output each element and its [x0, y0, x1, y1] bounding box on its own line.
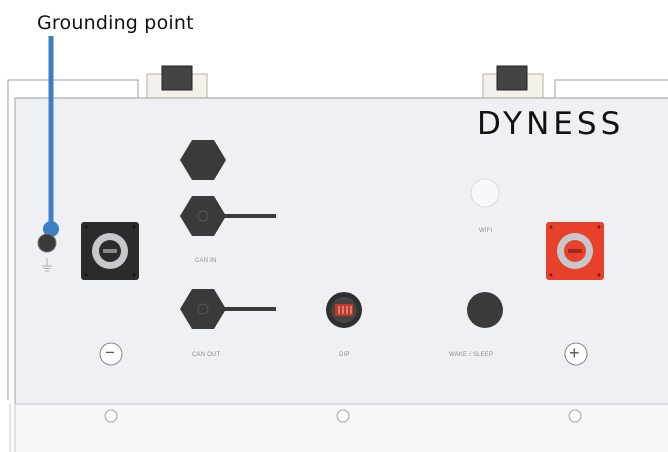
grounding-screw[interactable]	[37, 233, 57, 253]
wifi-label: WIFI	[479, 228, 493, 234]
brand-logo-text: DYNESS	[477, 106, 625, 142]
positive-terminal[interactable]	[546, 222, 604, 280]
wake-sleep-button[interactable]	[467, 292, 503, 328]
positive-symbol: +	[569, 343, 580, 363]
negative-symbol: −	[105, 343, 116, 362]
dip-label: DIP	[339, 352, 350, 358]
can-out-label: CAN OUT	[192, 352, 221, 358]
top-bracket-right	[482, 65, 668, 101]
wake-sleep-label: WAKE / SLEEP	[449, 352, 494, 358]
dip-switch[interactable]	[326, 292, 362, 328]
battery-front-panel	[7, 36, 668, 452]
can-in-label: CAN IN	[195, 258, 217, 264]
wifi-indicator	[470, 178, 500, 208]
negative-terminal[interactable]	[81, 222, 139, 280]
